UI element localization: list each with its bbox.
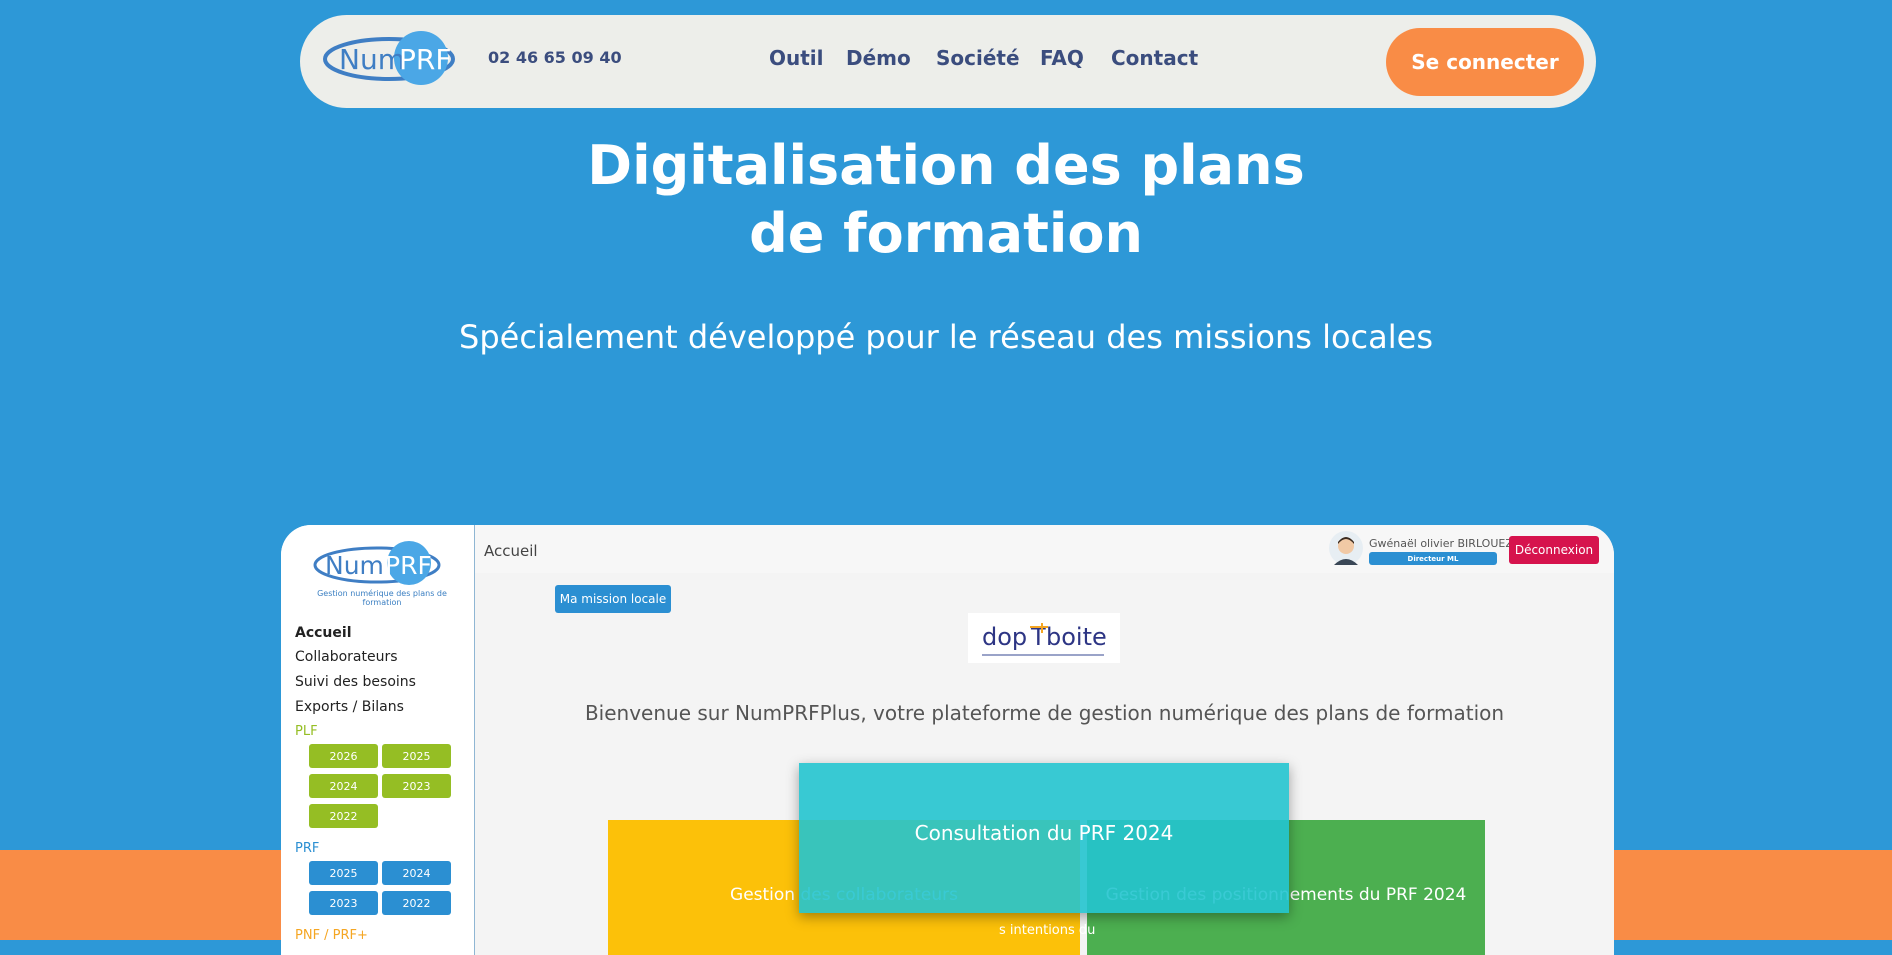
prf-2022-button[interactable]: 2022 — [382, 891, 451, 915]
hero-subtitle: Spécialement développé pour le réseau de… — [459, 318, 1433, 356]
mission-locale-button[interactable]: Ma mission locale — [555, 585, 671, 613]
plf-2025-button[interactable]: 2025 — [382, 744, 451, 768]
partner-logo: dop T boite — [968, 613, 1120, 663]
app-logo-subtitle: Gestion numérique des plans de formation — [317, 589, 447, 607]
hero-title-line2: de formation — [749, 202, 1143, 265]
welcome-message: Bienvenue sur NumPRFPlus, votre platefor… — [584, 701, 1505, 725]
svg-text:PRF: PRF — [385, 551, 432, 580]
phone-number[interactable]: 02 46 65 09 40 — [488, 48, 622, 67]
app-preview: Num PRF Gestion numérique des plans de f… — [281, 525, 1614, 955]
pnf-section-label: PNF / PRF+ — [295, 928, 368, 943]
menu-collaborateurs[interactable]: Collaborateurs — [295, 649, 398, 665]
nav-outil[interactable]: Outil — [769, 46, 824, 70]
login-button[interactable]: Se connecter — [1386, 28, 1584, 96]
card-consultation-prf-label: Consultation du PRF 2024 — [914, 821, 1174, 845]
card-intentions-label-partial: s intentions du — [999, 923, 1096, 938]
plf-2022-button[interactable]: 2022 — [309, 804, 378, 828]
prf-2025-button[interactable]: 2025 — [309, 861, 378, 885]
menu-exports-bilans[interactable]: Exports / Bilans — [295, 699, 404, 715]
plf-2024-button[interactable]: 2024 — [309, 774, 378, 798]
nav-demo[interactable]: Démo — [846, 46, 911, 70]
numprf-logo[interactable]: Num PRF — [323, 31, 461, 87]
nav-societe[interactable]: Société — [936, 46, 1020, 70]
svg-text:Num: Num — [325, 551, 384, 580]
plf-2026-button[interactable]: 2026 — [309, 744, 378, 768]
svg-text:Num: Num — [339, 43, 405, 76]
logout-button[interactable]: Déconnexion — [1509, 536, 1599, 564]
user-avatar — [1329, 531, 1363, 565]
breadcrumb: Accueil — [484, 542, 538, 560]
app-logo: Num PRF — [313, 541, 441, 585]
svg-text:boite: boite — [1046, 623, 1107, 651]
user-name: Gwénaël olivier BIRLOUEZ — [1369, 537, 1513, 550]
card-consultation-prf[interactable]: Consultation du PRF 2024 — [799, 763, 1289, 913]
app-sidebar: Num PRF Gestion numérique des plans de f… — [281, 525, 475, 955]
user-role-badge: Directeur ML — [1369, 552, 1497, 565]
prf-section-label: PRF — [295, 841, 320, 856]
svg-text:PRF: PRF — [399, 43, 451, 76]
nav-contact[interactable]: Contact — [1111, 46, 1198, 70]
prf-2024-button[interactable]: 2024 — [382, 861, 451, 885]
svg-text:dop: dop — [982, 623, 1027, 651]
plf-2023-button[interactable]: 2023 — [382, 774, 451, 798]
plf-section-label: PLF — [295, 724, 318, 739]
nav-faq[interactable]: FAQ — [1040, 46, 1084, 70]
hero-title-line1: Digitalisation des plans — [587, 134, 1305, 197]
menu-suivi-besoins[interactable]: Suivi des besoins — [295, 674, 416, 690]
prf-2023-button[interactable]: 2023 — [309, 891, 378, 915]
menu-accueil[interactable]: Accueil — [295, 625, 352, 641]
hero-title: Digitalisation des plans de formation — [446, 132, 1446, 268]
